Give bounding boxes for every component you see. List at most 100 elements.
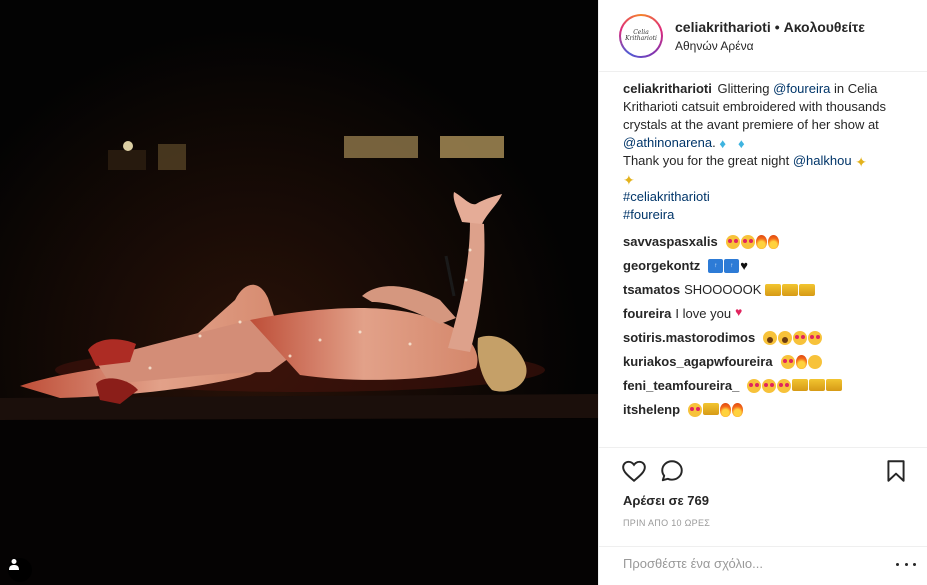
comment-row: foureira I love you ♥ bbox=[623, 302, 909, 326]
comment-row: georgekontz ↑ ↑ ♥ bbox=[623, 254, 909, 278]
comment-emoji-group: ↑ ↑ ♥ bbox=[708, 259, 753, 273]
comment-username[interactable]: itshelenp bbox=[623, 401, 680, 419]
comment-username[interactable]: georgekontz bbox=[623, 257, 700, 275]
avatar-logo: Celia Kritharioti bbox=[621, 15, 661, 56]
comment-emoji-group bbox=[688, 403, 744, 417]
person-icon bbox=[9, 559, 19, 570]
header-text: celiakritharioti • Ακολουθείτε Αθηνών Αρέν… bbox=[675, 19, 865, 53]
more-options-button[interactable] bbox=[896, 557, 916, 571]
action-icons bbox=[621, 458, 909, 484]
fire-emoji-icon bbox=[795, 355, 807, 369]
heart-eyes-emoji-icon bbox=[747, 379, 762, 393]
mention-halkhou[interactable]: @halkhou bbox=[793, 153, 852, 168]
comment-button[interactable] bbox=[659, 458, 685, 484]
comments-list: celiakritharioti Glittering @foureira in… bbox=[623, 80, 909, 422]
follow-status[interactable]: Ακολουθείτε bbox=[784, 19, 865, 35]
stage-performer-image bbox=[0, 0, 598, 585]
crown-emoji-icon bbox=[809, 379, 826, 391]
heart-eyes-emoji-icon bbox=[793, 331, 808, 345]
user-tag-button[interactable] bbox=[8, 558, 32, 582]
fire-emoji-icon bbox=[767, 235, 779, 249]
caption-username[interactable]: celiakritharioti bbox=[623, 81, 712, 96]
comment-username[interactable]: tsamatos bbox=[623, 281, 680, 299]
red-heart-emoji-icon: ♥ bbox=[735, 305, 743, 319]
comment-username[interactable]: foureira bbox=[623, 305, 671, 323]
scream-emoji-icon bbox=[778, 331, 793, 345]
comment-row: feni_teamfoureira_ bbox=[623, 374, 909, 398]
comment-input[interactable] bbox=[623, 556, 863, 571]
crown-emoji-icon bbox=[792, 379, 809, 391]
fire-emoji-icon bbox=[755, 235, 767, 249]
post-actions: Αρέσει σε 769 ΠΡΙΝ ΑΠΟ 10 ΩΡΕΣ bbox=[599, 447, 927, 579]
crown-emoji-icon bbox=[765, 284, 782, 296]
hashtag-celiakritharioti[interactable]: #celiakritharioti bbox=[623, 188, 909, 206]
header-username[interactable]: celiakritharioti bbox=[675, 19, 771, 35]
comment-emoji-group bbox=[763, 331, 823, 345]
crown-emoji-icon bbox=[826, 379, 843, 391]
sparkle-emoji-icon: ✦ bbox=[623, 171, 635, 188]
crown-emoji-icon bbox=[782, 284, 799, 296]
caption-text-3: . bbox=[712, 135, 716, 150]
heart-outline-icon bbox=[622, 460, 646, 483]
caption-text-1: Glittering bbox=[717, 81, 774, 96]
mention-foureira[interactable]: @foureira bbox=[773, 81, 830, 96]
heart-emoji-icon: ♥ bbox=[740, 258, 749, 273]
ellipsis-icon bbox=[904, 562, 908, 566]
comment-username[interactable]: sotiris.mastorodimos bbox=[623, 329, 755, 347]
add-comment-bar bbox=[599, 546, 927, 580]
comment-row: itshelenp bbox=[623, 398, 909, 422]
caption-line-2: Thank you for the great night bbox=[623, 153, 793, 168]
comment-username[interactable]: kuriakos_agapwfoureira bbox=[623, 353, 773, 371]
comment-username[interactable]: savvaspasxalis bbox=[623, 233, 718, 251]
comment-emoji-group bbox=[725, 235, 780, 249]
caption: celiakritharioti Glittering @foureira in… bbox=[623, 80, 909, 224]
hashtag-foureira[interactable]: #foureira bbox=[623, 206, 909, 224]
comment-text: SHOOOOOK bbox=[684, 282, 762, 297]
save-button[interactable] bbox=[883, 458, 909, 484]
heart-eyes-emoji-icon bbox=[808, 331, 823, 345]
diamond-emoji-icon: ♦ bbox=[719, 135, 726, 151]
ellipsis-icon bbox=[896, 562, 899, 566]
mention-athinonarena[interactable]: @athinonarena bbox=[623, 135, 712, 150]
comment-row: tsamatos SHOOOOOK bbox=[623, 278, 909, 302]
comment-emoji-group: ♥ bbox=[735, 305, 746, 321]
post-photo[interactable] bbox=[0, 0, 598, 585]
top-emoji-icon: ↑ bbox=[708, 259, 724, 273]
comment-emoji-group bbox=[780, 355, 823, 369]
comment-username[interactable]: feni_teamfoureira_ bbox=[623, 377, 739, 395]
comment-text: I love you bbox=[675, 306, 732, 321]
like-button[interactable] bbox=[621, 458, 647, 484]
header-line: celiakritharioti • Ακολουθείτε bbox=[675, 19, 865, 35]
heart-eyes-emoji-icon bbox=[780, 355, 795, 369]
comment-emoji-group bbox=[765, 284, 816, 296]
top-emoji-icon: ↑ bbox=[724, 259, 740, 273]
heart-eyes-emoji-icon bbox=[762, 379, 777, 393]
comment-row: sotiris.mastorodimos bbox=[623, 326, 909, 350]
fire-emoji-icon bbox=[720, 403, 732, 417]
post-header: Celia Kritharioti celiakritharioti • Ακολο… bbox=[599, 0, 927, 72]
ellipsis-icon bbox=[913, 562, 916, 566]
speech-bubble-icon bbox=[661, 460, 683, 482]
scream-emoji-icon bbox=[763, 331, 778, 345]
comment-row: kuriakos_agapwfoureira bbox=[623, 350, 909, 374]
comment-emoji-group bbox=[747, 379, 843, 393]
bookmark-icon bbox=[887, 460, 905, 482]
heart-eyes-emoji-icon bbox=[725, 235, 740, 249]
heart-eyes-emoji-icon bbox=[740, 235, 755, 249]
wink-emoji-icon bbox=[807, 355, 822, 369]
post-timestamp[interactable]: ΠΡΙΝ ΑΠΟ 10 ΩΡΕΣ bbox=[623, 518, 710, 528]
heart-eyes-emoji-icon bbox=[688, 403, 703, 417]
location-link[interactable]: Αθηνών Αρένα bbox=[675, 39, 865, 53]
comment-rows: savvaspasxalis georgekontz ↑ ↑ ♥ tsamatos SHOO… bbox=[623, 230, 909, 422]
sparkle-emoji-icon: ✦ bbox=[855, 153, 867, 170]
crown-emoji-icon bbox=[703, 403, 720, 415]
comment-row: savvaspasxalis bbox=[623, 230, 909, 254]
likes-count[interactable]: Αρέσει σε 769 bbox=[623, 493, 709, 508]
header-separator: • bbox=[774, 18, 780, 35]
fire-emoji-icon bbox=[732, 403, 744, 417]
post-side-panel: Celia Kritharioti celiakritharioti • Ακολο… bbox=[598, 0, 927, 585]
crown-emoji-icon bbox=[799, 284, 816, 296]
heart-eyes-emoji-icon bbox=[777, 379, 792, 393]
diamond-emoji-icon: ♦ bbox=[737, 135, 745, 151]
avatar[interactable]: Celia Kritharioti bbox=[619, 13, 663, 58]
